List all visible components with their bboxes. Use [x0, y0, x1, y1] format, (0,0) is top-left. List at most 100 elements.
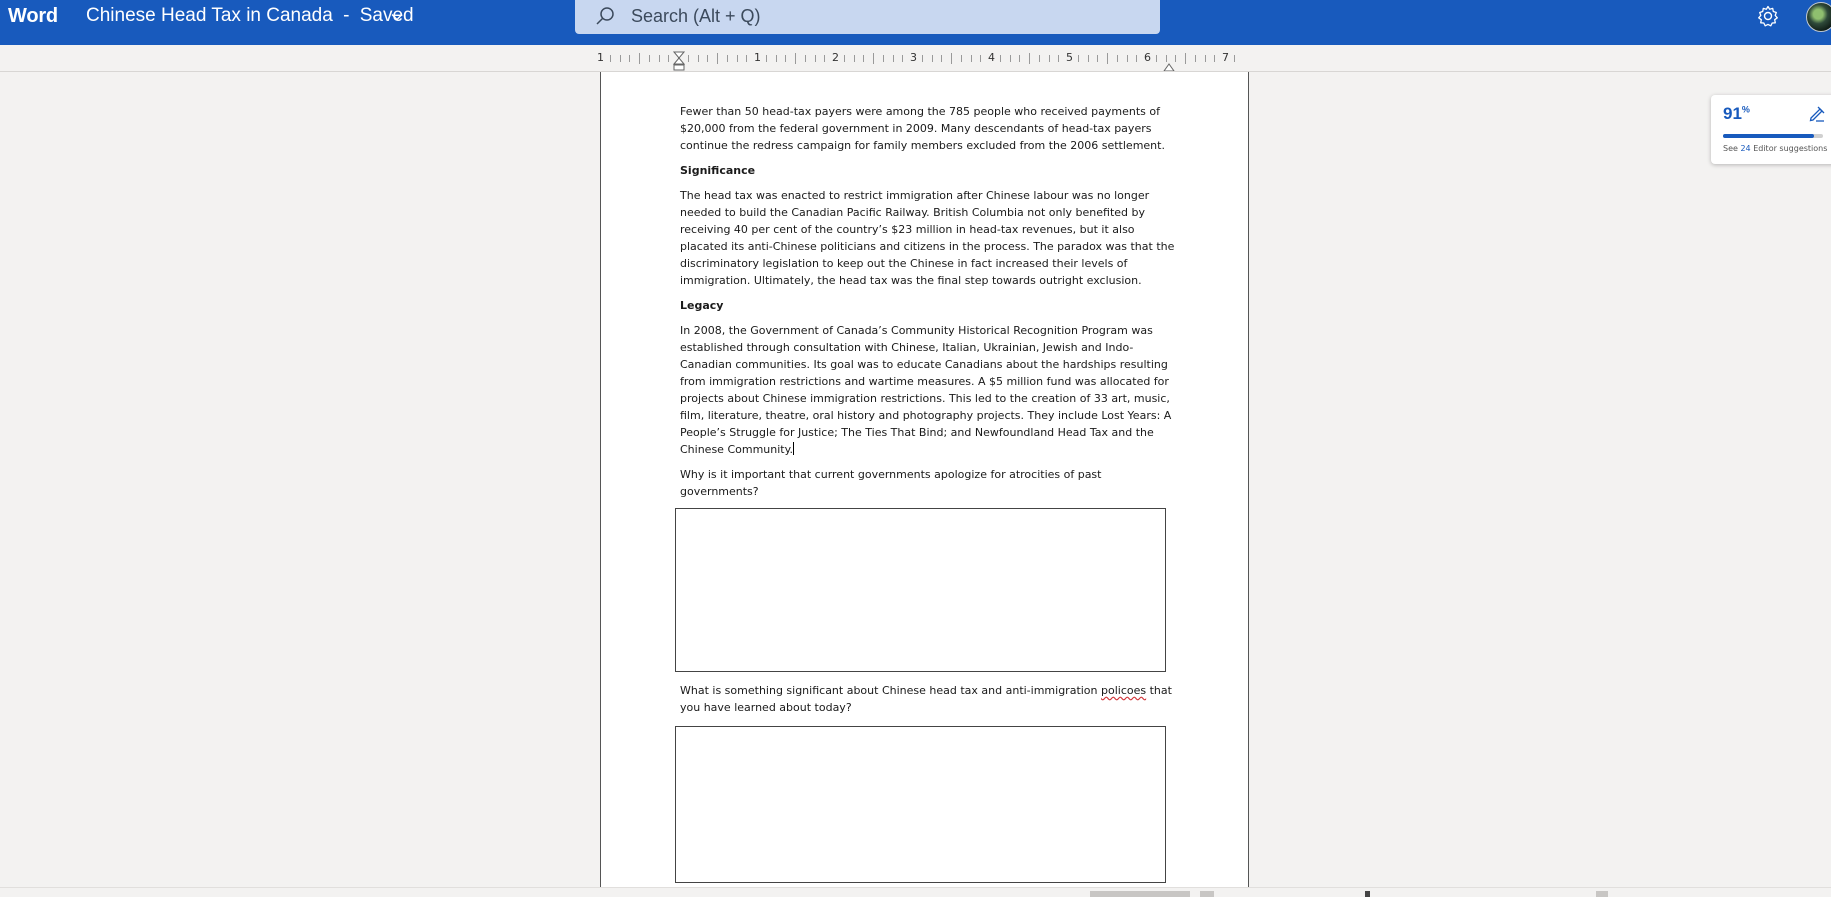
ruler-tick: [746, 55, 748, 62]
ruler-tick: [707, 55, 709, 62]
ruler-tick: [785, 55, 787, 62]
heading-legacy[interactable]: Legacy: [680, 297, 1175, 314]
ruler-tick: [814, 55, 816, 62]
paragraph-text: In 2008, the Government of Canada’s Comm…: [680, 324, 1172, 456]
status-bar-item[interactable]: [1200, 891, 1214, 897]
ruler-tick: [1194, 55, 1196, 62]
ruler-tick: [1048, 55, 1050, 62]
status-bar-item[interactable]: [1596, 891, 1608, 897]
ruler-tick: [1029, 53, 1030, 64]
ruler-tick: [960, 55, 962, 62]
ruler-tick: [921, 55, 923, 62]
text-cursor: [793, 442, 795, 455]
ruler-tick: [668, 55, 670, 62]
zoom-slider-thumb[interactable]: [1365, 891, 1370, 897]
document-title[interactable]: Chinese Head Tax in Canada - Saved: [86, 5, 414, 27]
ruler-tick: [658, 55, 660, 62]
ruler-scale: 1 1 2 3 4 5 6 7: [597, 51, 1250, 71]
editor-score-card[interactable]: 91% See 24 Editor suggestions: [1711, 95, 1831, 164]
ruler-tick: [775, 55, 777, 62]
status-bar-item[interactable]: [1090, 891, 1190, 897]
ruler-tick: [1136, 55, 1138, 62]
editor-progress-bar: [1723, 134, 1823, 138]
editor-suggestions-link[interactable]: See 24 Editor suggestions: [1723, 144, 1827, 153]
app-name[interactable]: Word: [8, 5, 58, 28]
ruler-tick: [639, 53, 640, 64]
ruler-number: 3: [910, 51, 917, 64]
ruler-tick: [619, 55, 621, 62]
left-indent-marker[interactable]: [673, 51, 685, 71]
ruler-tick: [1204, 55, 1206, 62]
heading-significance[interactable]: Significance: [680, 162, 1175, 179]
document-body[interactable]: Fewer than 50 head-tax payers were among…: [675, 103, 1175, 883]
ruler-tick: [824, 55, 826, 62]
ruler-number: 4: [988, 51, 995, 64]
suggestions-suffix: Editor suggestions: [1753, 144, 1828, 153]
ruler-tick: [804, 55, 806, 62]
suggestions-count: 24: [1740, 144, 1751, 153]
ruler-tick: [717, 53, 718, 64]
ruler-tick: [1058, 55, 1060, 62]
document-page[interactable]: Fewer than 50 head-tax payers were among…: [600, 72, 1249, 887]
editor-pen-icon[interactable]: [1807, 103, 1827, 123]
gear-icon[interactable]: [1756, 4, 1780, 28]
ruler-tick: [980, 55, 982, 62]
status-bar: [0, 887, 1831, 897]
ruler-tick: [843, 55, 845, 62]
right-indent-marker[interactable]: [1163, 51, 1175, 71]
ruler-tick: [1077, 55, 1079, 62]
ruler: 1 1 2 3 4 5 6 7: [0, 45, 1831, 72]
title-bar: Word Chinese Head Tax in Canada - Saved …: [0, 0, 1831, 45]
answer-box-2[interactable]: [675, 726, 1166, 883]
ruler-tick: [970, 55, 972, 62]
editor-score-value: 91: [1723, 104, 1742, 123]
ruler-tick: [609, 55, 611, 62]
ruler-tick: [892, 55, 894, 62]
paragraph[interactable]: In 2008, the Government of Canada’s Comm…: [680, 322, 1175, 458]
editor-progress-fill: [1723, 134, 1814, 138]
ruler-tick: [629, 55, 631, 62]
paragraph[interactable]: Fewer than 50 head-tax payers were among…: [680, 103, 1175, 154]
ruler-number: 7: [1222, 51, 1229, 64]
ruler-tick: [902, 55, 904, 62]
ruler-tick: [648, 55, 650, 62]
answer-box-1[interactable]: [675, 508, 1166, 672]
ruler-tick: [853, 55, 855, 62]
search-box[interactable]: Search (Alt + Q): [575, 0, 1160, 34]
question-1[interactable]: Why is it important that current governm…: [680, 466, 1175, 500]
ruler-tick: [1185, 53, 1186, 64]
avatar[interactable]: [1806, 2, 1831, 32]
ruler-tick: [941, 55, 943, 62]
ruler-tick: [736, 55, 738, 62]
title-separator: -: [343, 5, 350, 26]
ruler-tick: [697, 55, 699, 62]
ruler-tick: [1116, 55, 1118, 62]
ruler-number: 2: [832, 51, 839, 64]
ruler-tick: [1233, 55, 1235, 62]
search-icon: [596, 7, 614, 25]
ruler-number: 6: [1144, 51, 1151, 64]
ruler-tick: [1214, 55, 1216, 62]
ruler-tick: [1107, 53, 1108, 64]
question-2[interactable]: What is something significant about Chin…: [680, 682, 1175, 716]
document-canvas: Fewer than 50 head-tax payers were among…: [0, 72, 1831, 887]
suggestions-prefix: See: [1723, 144, 1738, 153]
paragraph[interactable]: The head tax was enacted to restrict imm…: [680, 187, 1175, 289]
question-2-text: What is something significant about Chin…: [680, 684, 1102, 697]
ruler-number: 1: [754, 51, 761, 64]
ruler-tick: [1155, 55, 1157, 62]
editor-score: 91%: [1723, 104, 1750, 124]
ruler-tick: [882, 55, 884, 62]
ruler-tick: [931, 55, 933, 62]
ruler-tick: [1126, 55, 1128, 62]
ruler-tick: [795, 53, 796, 64]
ruler-tick: [1009, 55, 1011, 62]
chevron-down-icon[interactable]: [390, 10, 404, 24]
ruler-tick: [1038, 55, 1040, 62]
ruler-number: 1: [597, 51, 604, 64]
misspelled-word[interactable]: policoes: [1101, 684, 1146, 697]
ruler-tick: [1087, 55, 1089, 62]
save-status: Saved: [359, 5, 414, 26]
editor-score-unit: %: [1741, 104, 1750, 115]
search-input[interactable]: Search (Alt + Q): [631, 6, 761, 27]
